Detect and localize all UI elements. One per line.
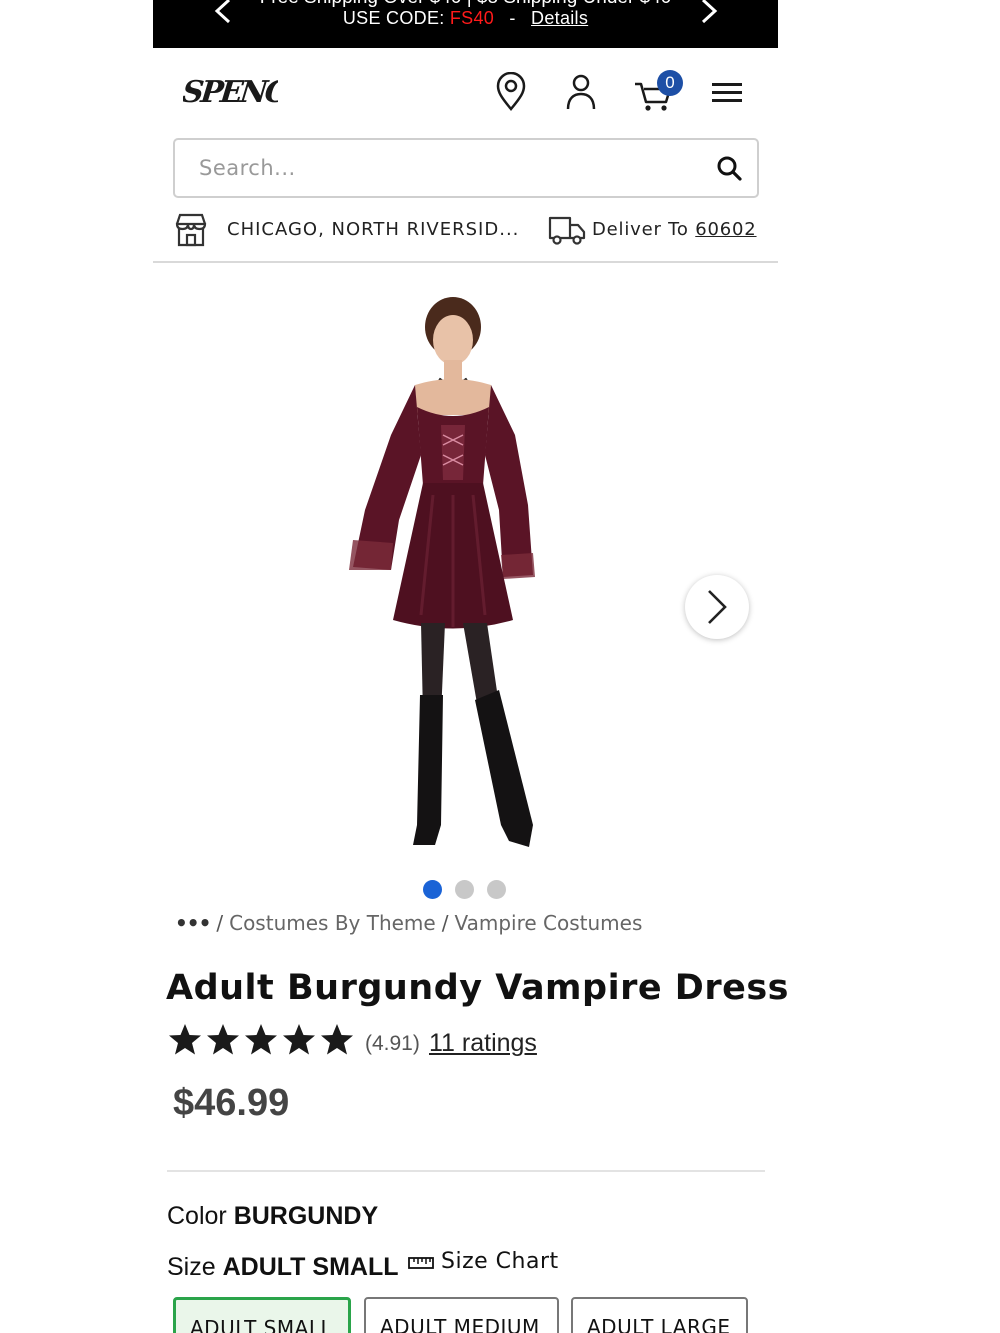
promo-banner: Free Shipping Over $40 | $8 Shipping Und… [153,0,778,48]
color-label: Color [167,1202,227,1230]
star-rating-icon [169,1024,353,1055]
search-box [173,138,759,198]
image-pagination [423,880,513,900]
product-image[interactable] [303,285,603,865]
promo-details-link[interactable]: Details [531,8,588,28]
ratings-link[interactable]: 11 ratings [429,1029,537,1058]
ruler-icon[interactable] [408,1256,434,1270]
breadcrumb: ••• / Costumes By Theme / Vampire Costumes [175,911,642,935]
deliver-to: Deliver To 60602 [592,219,757,240]
search-input[interactable] [199,150,699,186]
product-price: $46.99 [173,1082,290,1124]
store-delivery-row: CHICAGO, NORTH RIVERSID... Deliver To 60… [173,210,761,250]
size-label: Size [167,1253,216,1281]
svg-text:SPENCER'S: SPENCER'S [183,75,278,110]
promo-code-line: USE CODE: FS40 - Details [153,8,778,29]
product-title: Adult Burgundy Vampire Dress [166,968,789,1008]
color-selection: Color BURGUNDY [167,1202,378,1231]
breadcrumb-item-vampire-costumes[interactable]: Vampire Costumes [454,911,642,935]
breadcrumb-item-costumes-by-theme[interactable]: Costumes By Theme [229,911,436,935]
size-selection: Size ADULT SMALL [167,1253,399,1282]
chevron-right-icon[interactable] [695,0,725,24]
deliver-label: Deliver To [592,219,689,240]
pagination-dot-2[interactable] [455,880,474,899]
truck-icon [548,216,586,245]
next-image-button[interactable] [685,575,749,639]
store-locator-icon[interactable] [493,72,529,112]
page-frame: Free Shipping Over $40 | $8 Shipping Und… [153,0,788,1333]
breadcrumb-more[interactable]: ••• [175,911,211,935]
chevron-right-icon [708,590,727,624]
store-icon [175,213,207,247]
pagination-dot-1[interactable] [423,880,442,899]
spencers-logo[interactable]: SPENCER'S [183,66,278,112]
search-icon[interactable] [715,154,743,182]
promo-code: FS40 [449,8,495,28]
rating-value: (4.91) [365,1032,420,1055]
breadcrumb-separator: / [216,911,224,935]
size-option-adult-small[interactable]: ADULT SMALL [173,1297,351,1333]
color-value: BURGUNDY [233,1202,379,1230]
promo-separator: - [509,8,516,28]
account-icon[interactable] [563,72,599,112]
store-name[interactable]: CHICAGO, NORTH RIVERSID... [227,219,519,240]
deliver-zip-link[interactable]: 60602 [695,219,756,240]
menu-icon[interactable] [710,72,744,112]
size-option-adult-large[interactable]: ADULT LARGE [571,1297,748,1333]
header-divider [153,261,778,263]
size-option-adult-medium[interactable]: ADULT MEDIUM [364,1297,559,1333]
breadcrumb-separator: / [441,911,449,935]
cart-count-badge: 0 [657,70,683,96]
promo-code-label: USE CODE: [342,8,445,28]
section-divider [167,1170,765,1172]
size-value: ADULT SMALL [222,1253,399,1281]
size-chart-link[interactable]: Size Chart [441,1249,559,1274]
pagination-dot-3[interactable] [487,880,506,899]
